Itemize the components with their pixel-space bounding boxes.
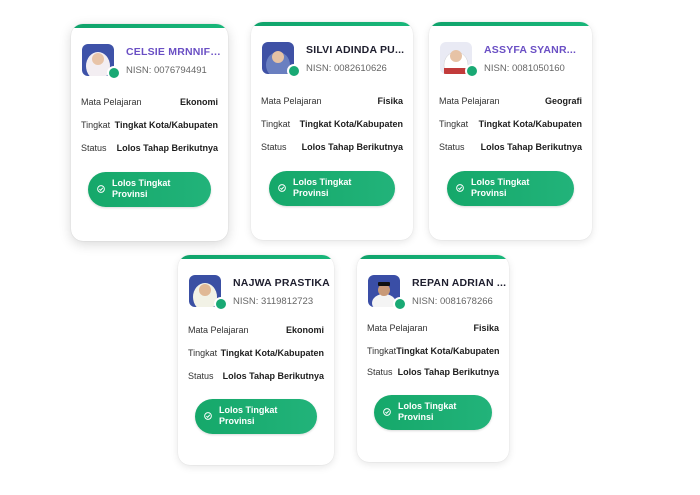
- student-card: NAJWA PRASTIKA NISN: 3119812723 Mata Pel…: [178, 255, 334, 465]
- status-value: Lolos Tahap Berikutnya: [480, 142, 582, 152]
- student-name[interactable]: ASSYFA SYANR...: [484, 44, 576, 56]
- level-value: Tingkat Kota/Kabupaten: [396, 346, 500, 356]
- subject-value: Ekonomi: [285, 325, 324, 335]
- level-label: Tingkat: [188, 348, 218, 358]
- subject-value: Ekonomi: [179, 97, 218, 107]
- subject-value: Fisika: [377, 96, 403, 106]
- online-status-icon: [465, 64, 479, 78]
- check-circle-icon: [204, 412, 212, 420]
- online-status-icon: [287, 64, 301, 78]
- subject-value: Fisika: [473, 323, 499, 333]
- online-status-icon: [107, 66, 121, 80]
- check-circle-icon: [278, 184, 286, 192]
- subject-label: Mata Pelajaran: [367, 323, 428, 333]
- status-label: Status: [188, 371, 214, 381]
- button-label: Lolos Tingkat Provinsi: [219, 405, 278, 426]
- student-name[interactable]: REPAN ADRIAN ...: [412, 277, 506, 289]
- button-label: Lolos Tingkat Provinsi: [471, 177, 530, 198]
- status-label: Status: [81, 143, 107, 153]
- student-name[interactable]: NAJWA PRASTIKA: [233, 277, 330, 289]
- qualified-province-button[interactable]: Lolos Tingkat Provinsi: [374, 395, 492, 430]
- avatar: [440, 42, 479, 78]
- button-label: Lolos Tingkat Provinsi: [112, 178, 171, 199]
- level-label: Tingkat: [367, 346, 397, 356]
- button-label: Lolos Tingkat Provinsi: [398, 401, 457, 422]
- subject-label: Mata Pelajaran: [261, 96, 322, 106]
- subject-label: Mata Pelajaran: [188, 325, 249, 335]
- avatar: [82, 44, 121, 80]
- qualified-province-button[interactable]: Lolos Tingkat Provinsi: [269, 171, 395, 206]
- button-label: Lolos Tingkat Provinsi: [293, 177, 352, 198]
- student-nisn: NISN: 3119812723: [233, 296, 314, 307]
- student-card: REPAN ADRIAN ... NISN: 0081678266 Mata P…: [357, 255, 509, 462]
- status-value: Lolos Tahap Berikutnya: [301, 142, 403, 152]
- level-value: Tingkat Kota/Kabupaten: [299, 119, 403, 129]
- subject-label: Mata Pelajaran: [439, 96, 500, 106]
- student-card: SILVI ADINDA PU... NISN: 0082610626 Mata…: [251, 22, 413, 240]
- level-value: Tingkat Kota/Kabupaten: [220, 348, 324, 358]
- level-label: Tingkat: [261, 119, 291, 129]
- student-name[interactable]: SILVI ADINDA PU...: [306, 44, 404, 56]
- qualified-province-button[interactable]: Lolos Tingkat Provinsi: [447, 171, 574, 206]
- online-status-icon: [393, 297, 407, 311]
- online-status-icon: [214, 297, 228, 311]
- check-circle-icon: [97, 185, 105, 193]
- qualified-province-button[interactable]: Lolos Tingkat Provinsi: [88, 172, 211, 207]
- status-label: Status: [367, 367, 393, 377]
- check-circle-icon: [383, 408, 391, 416]
- subject-value: Geografi: [544, 96, 582, 106]
- level-label: Tingkat: [439, 119, 469, 129]
- check-circle-icon: [456, 184, 464, 192]
- level-label: Tingkat: [81, 120, 111, 130]
- avatar: [189, 275, 228, 311]
- subject-label: Mata Pelajaran: [81, 97, 142, 107]
- student-nisn: NISN: 0082610626: [306, 63, 387, 74]
- student-name[interactable]: CELSIE MRNNIFL...: [126, 46, 226, 58]
- avatar: [262, 42, 301, 78]
- status-value: Lolos Tahap Berikutnya: [222, 371, 324, 381]
- status-label: Status: [261, 142, 287, 152]
- status-value: Lolos Tahap Berikutnya: [116, 143, 218, 153]
- student-nisn: NISN: 0081678266: [412, 296, 493, 307]
- status-value: Lolos Tahap Berikutnya: [397, 367, 499, 377]
- student-card: CELSIE MRNNIFL... NISN: 0076794491 Mata …: [71, 24, 228, 241]
- student-nisn: NISN: 0076794491: [126, 65, 207, 76]
- avatar: [368, 275, 407, 311]
- qualified-province-button[interactable]: Lolos Tingkat Provinsi: [195, 399, 317, 434]
- student-card: ASSYFA SYANR... NISN: 0081050160 Mata Pe…: [429, 22, 592, 240]
- level-value: Tingkat Kota/Kabupaten: [114, 120, 218, 130]
- level-value: Tingkat Kota/Kabupaten: [478, 119, 582, 129]
- student-nisn: NISN: 0081050160: [484, 63, 565, 74]
- status-label: Status: [439, 142, 465, 152]
